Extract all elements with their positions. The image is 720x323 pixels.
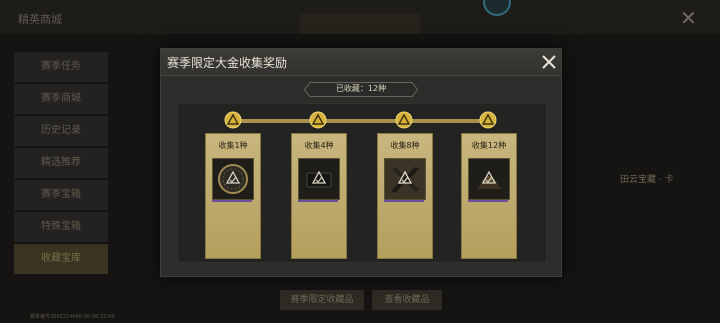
background-sidebar-item: 历史记录 [14,116,108,146]
close-icon[interactable] [539,52,559,72]
background-sidebar: 赛季任务 赛季商城 历史记录 精选推荐 赛季宝箱 特殊宝箱 收藏宝库 [14,52,108,276]
background-sidebar-item: 收藏宝库 [14,244,108,274]
reward-card[interactable]: 收集1种 [205,133,261,259]
reward-card-label: 收集8种 [390,141,420,150]
reward-card[interactable]: 收集12种 [461,133,517,259]
background-button: 查看收藏品 [372,290,442,310]
background-footer-text: 赛季编号2892214490-06-08-22:04 [30,314,115,320]
background-sidebar-item: 赛季商城 [14,84,108,114]
background-close-icon: ✕ [680,6,697,30]
milestone-node [309,111,327,129]
background-sidebar-item: 赛季宝箱 [14,180,108,210]
background-sidebar-item: 赛季任务 [14,52,108,82]
reward-card[interactable]: 收集4种 [291,133,347,259]
rarity-bar [212,200,252,202]
reward-item-slot[interactable] [468,158,510,200]
collected-count-text: 已收藏：12种 [335,84,387,93]
reward-item-slot[interactable] [384,158,426,200]
collected-count-pill: 已收藏：12种 [303,82,419,97]
reward-item-slot[interactable] [212,158,254,200]
dark-case-icon [306,170,332,188]
milestone-node [395,111,413,129]
warning-triangle-icon [224,111,242,129]
modal-title: 赛季限定大金收集奖励 [167,56,288,70]
modal-header: 赛季限定大金收集奖励 [161,49,561,76]
background-sidebar-item: 特殊宝箱 [14,212,108,242]
reward-track: 收集1种 收集4种 收集8种 收集12种 [177,103,547,263]
crossed-weapons-icon [385,159,425,199]
warning-triangle-icon [309,111,327,129]
background-sidebar-item: 精选推荐 [14,148,108,178]
progress-line [234,119,494,123]
warning-triangle-icon [479,111,497,129]
milestone-node [224,111,242,129]
background-banner [300,14,420,34]
rarity-bar [384,200,424,202]
reward-card[interactable]: 收集8种 [377,133,433,259]
rarity-bar [298,200,338,202]
reward-card-label: 收集1种 [218,141,248,150]
rarity-bar [468,200,508,202]
reward-item-slot[interactable] [298,158,340,200]
collection-reward-modal: 赛季限定大金收集奖励 已收藏：12种 收集1种 收集4种 收集8种 收集12种 [160,48,562,277]
round-emblem-icon [218,164,248,194]
background-logo: 精英商城 [18,13,62,26]
background-button: 赛季限定收藏品 [280,290,364,310]
close-button[interactable] [539,52,559,72]
milestone-node [479,111,497,129]
reward-card-label: 收集12种 [471,141,507,150]
bronze-armor-icon [477,170,501,189]
warning-triangle-icon [395,111,413,129]
reward-card-label: 收集4种 [304,141,334,150]
background-right-label: 田云宝藏 · 卡 [620,175,674,185]
